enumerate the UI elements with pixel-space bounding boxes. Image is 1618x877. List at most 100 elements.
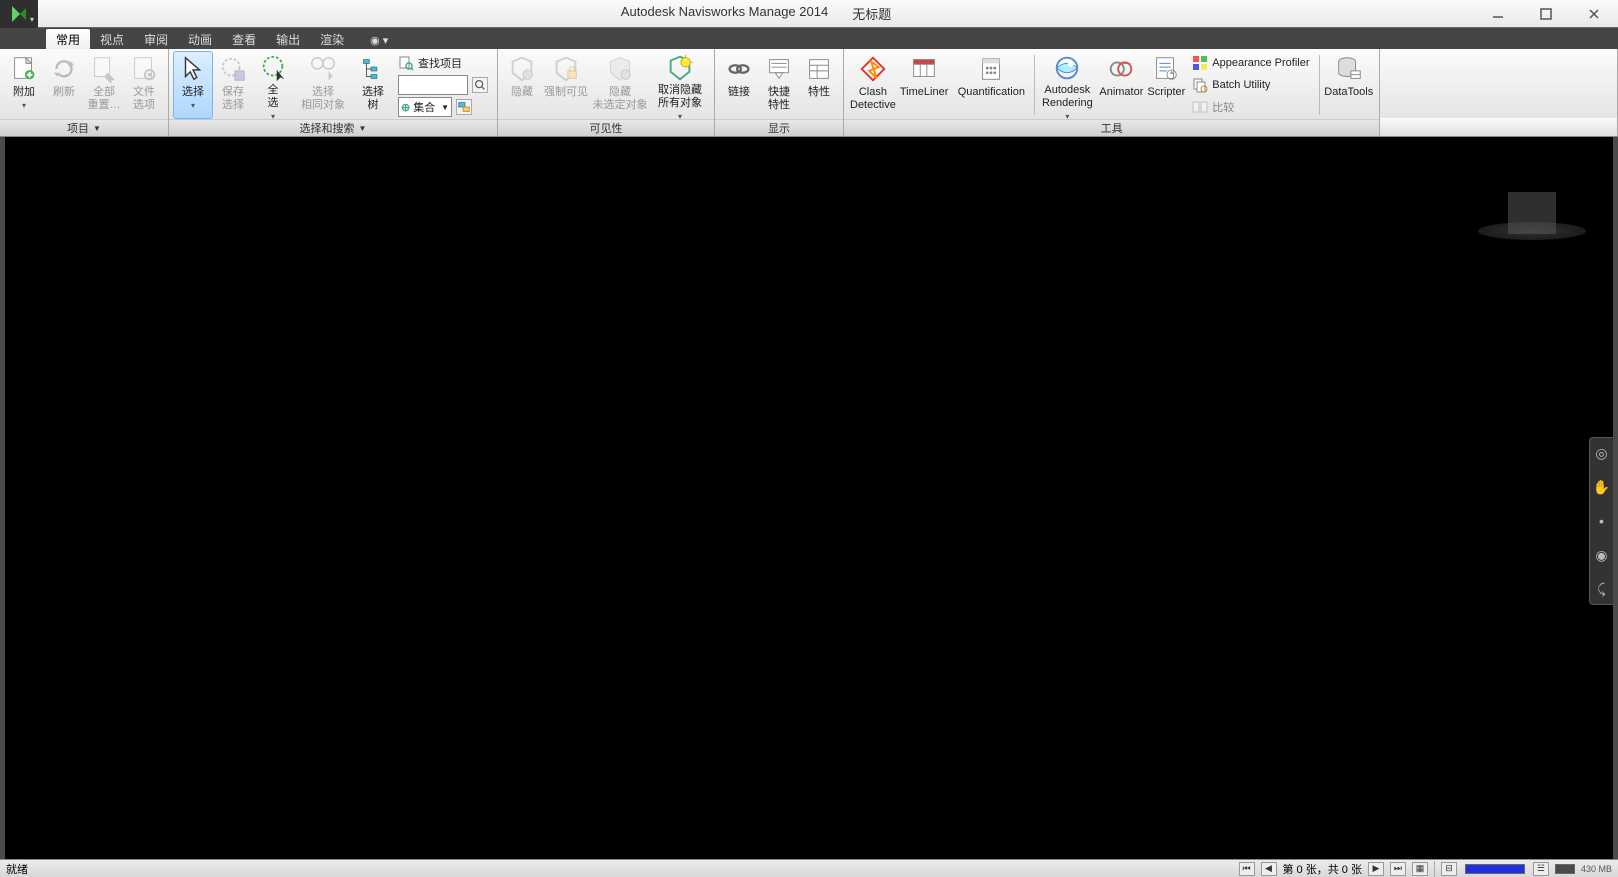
refresh-icon: [48, 53, 80, 85]
hide-unselected-button[interactable]: 隐藏 未选定对象: [590, 51, 650, 119]
find-items-button[interactable]: 查找项目: [395, 53, 491, 73]
panel-select-search-label[interactable]: 选择和搜索▼: [169, 119, 497, 136]
sets-combo[interactable]: ⊕ 集合 ▼: [398, 97, 452, 117]
sheet-browser-button[interactable]: ▦: [1412, 862, 1428, 876]
quantification-icon: [975, 53, 1007, 85]
links-icon: [723, 53, 755, 85]
datatools-button[interactable]: DataTools: [1322, 51, 1375, 119]
viewcube[interactable]: [1508, 192, 1556, 234]
steering-wheel-icon[interactable]: ◎: [1593, 444, 1611, 462]
links-button[interactable]: 链接: [719, 51, 759, 119]
select-button[interactable]: 选择▾: [173, 51, 213, 119]
sheet-next-button[interactable]: ▶: [1368, 862, 1384, 876]
select-all-button[interactable]: 全 选▾: [253, 51, 293, 119]
properties-button[interactable]: 特性: [799, 51, 839, 119]
select-same-button[interactable]: 选择 相同对象: [293, 51, 353, 119]
find-icon: [398, 55, 414, 71]
sets-row: ⊕ 集合 ▼: [395, 97, 491, 117]
scripter-button[interactable]: Scripter: [1145, 51, 1187, 119]
reset-icon: [88, 53, 120, 85]
memory-bar: [1555, 864, 1575, 874]
document-title: 无标题: [852, 4, 891, 23]
navigation-bar: ◎ ✋ • ◉ ⤹: [1589, 437, 1613, 605]
sheet-first-button[interactable]: ⏮: [1239, 862, 1255, 876]
sets-icon[interactable]: [456, 99, 472, 115]
clash-detective-button[interactable]: Clash Detective: [848, 51, 898, 119]
hide-icon: [506, 53, 538, 85]
properties-icon: [803, 53, 835, 85]
memory-text: 430 MB: [1581, 864, 1612, 874]
appearance-profiler-button[interactable]: Appearance Profiler: [1189, 53, 1315, 73]
reset-all-button[interactable]: 全部 重置…: [84, 51, 124, 119]
refresh-button[interactable]: 刷新: [44, 51, 84, 119]
status-ready: 就绪: [6, 861, 1233, 877]
sheet-prev-button[interactable]: ◀: [1261, 862, 1277, 876]
selection-tree-button[interactable]: 选择 树: [353, 51, 393, 119]
tab-viewpoint[interactable]: 视点: [90, 29, 134, 49]
scripter-icon: [1150, 53, 1182, 85]
app-title: Autodesk Navisworks Manage 2014: [621, 4, 828, 23]
quick-find-row: [395, 75, 491, 95]
quantification-button[interactable]: Quantification: [950, 51, 1032, 119]
viewport-3d[interactable]: ◎ ✋ • ◉ ⤹: [5, 137, 1613, 859]
require-button[interactable]: 强制可见: [542, 51, 590, 119]
orbit-icon[interactable]: ◉: [1593, 546, 1611, 564]
tab-help-indicator[interactable]: ◉ ▾: [362, 32, 396, 49]
batch-utility-button[interactable]: Batch Utility: [1189, 75, 1315, 95]
quick-properties-button[interactable]: 快捷 特性: [759, 51, 799, 119]
panel-display: 链接 快捷 特性 特性 显示: [715, 49, 844, 136]
panel-display-label: 显示: [715, 119, 843, 136]
cursor-icon: [177, 53, 209, 85]
panel-project: 附加▾ 刷新 全部 重置… 文件 选项 项目▼: [0, 49, 169, 136]
sheet-last-button[interactable]: ⏭: [1390, 862, 1406, 876]
panel-visibility: 隐藏 强制可见 隐藏 未选定对象 取消隐藏 所有对象▾ 可见性: [498, 49, 715, 136]
application-menu-dropdown-icon: ▾: [30, 15, 34, 24]
quick-properties-icon: [763, 53, 795, 85]
hide-unselected-icon: [604, 53, 636, 85]
pan-icon[interactable]: ✋: [1593, 478, 1611, 496]
append-button[interactable]: 附加▾: [4, 51, 44, 119]
unhide-all-button[interactable]: 取消隐藏 所有对象▾: [650, 51, 710, 119]
select-same-icon: [307, 53, 339, 85]
perf-button-2[interactable]: ☱: [1533, 862, 1549, 876]
tree-icon: [357, 53, 389, 85]
tab-home[interactable]: 常用: [46, 29, 90, 49]
tab-output[interactable]: 输出: [266, 29, 310, 49]
search-small-icon[interactable]: [472, 77, 488, 93]
tab-render[interactable]: 渲染: [310, 29, 354, 49]
title-bar: ▾ Autodesk Navisworks Manage 2014 无标题: [0, 0, 1618, 28]
compare-icon: [1192, 99, 1208, 115]
file-options-icon: [128, 53, 160, 85]
unhide-all-icon: [664, 53, 696, 83]
ribbon: 附加▾ 刷新 全部 重置… 文件 选项 项目▼ 选择▾: [0, 49, 1618, 137]
autodesk-rendering-button[interactable]: Autodesk Rendering▾: [1037, 51, 1097, 119]
tab-review[interactable]: 审阅: [134, 29, 178, 49]
zoom-icon[interactable]: •: [1593, 512, 1611, 530]
panel-project-label[interactable]: 项目▼: [0, 119, 168, 136]
sheet-counter: 第 0 张，共 0 张: [1283, 861, 1362, 877]
panel-tools: Clash Detective TimeLiner Quantification…: [844, 49, 1380, 136]
application-menu-button[interactable]: ▾: [0, 0, 38, 28]
tab-view[interactable]: 查看: [222, 29, 266, 49]
separator: [1034, 55, 1035, 115]
quick-find-input[interactable]: [398, 75, 468, 95]
panel-visibility-label: 可见性: [498, 119, 714, 136]
tab-animation[interactable]: 动画: [178, 29, 222, 49]
file-options-button[interactable]: 文件 选项: [124, 51, 164, 119]
viewcube-area[interactable]: [1471, 187, 1591, 277]
ribbon-tabstrip: 常用 视点 审阅 动画 查看 输出 渲染 ◉ ▾: [0, 28, 1618, 49]
clash-icon: [857, 53, 889, 85]
perf-button-1[interactable]: ⊟: [1441, 862, 1457, 876]
hide-button[interactable]: 隐藏: [502, 51, 542, 119]
animator-button[interactable]: Animator: [1097, 51, 1145, 119]
window-controls: [1474, 0, 1618, 28]
close-button[interactable]: [1570, 0, 1618, 28]
compare-button[interactable]: 比较: [1189, 97, 1315, 117]
maximize-button[interactable]: [1522, 0, 1570, 28]
timeliner-button[interactable]: TimeLiner: [898, 51, 951, 119]
batch-icon: [1192, 77, 1208, 93]
animator-icon: [1105, 53, 1137, 85]
look-icon[interactable]: ⤹: [1593, 580, 1611, 598]
save-selection-button[interactable]: 保存 选择: [213, 51, 253, 119]
minimize-button[interactable]: [1474, 0, 1522, 28]
